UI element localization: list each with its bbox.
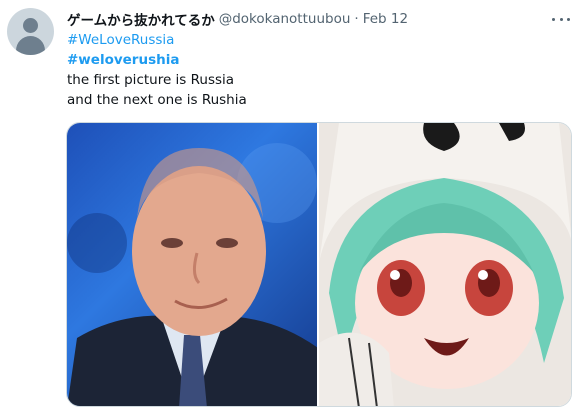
tweet-text-line: the first picture is Russia bbox=[67, 72, 235, 88]
user-handle[interactable]: @dokokanottuubou bbox=[219, 11, 351, 27]
display-name[interactable]: ゲームから抜かれてるか bbox=[67, 9, 215, 29]
anime-girl-illustration bbox=[319, 123, 571, 406]
hashtag-link[interactable]: #WeLoveRussia bbox=[67, 30, 174, 50]
more-dot bbox=[559, 17, 563, 21]
man-portrait-illustration bbox=[67, 143, 317, 406]
photo-right[interactable] bbox=[319, 123, 571, 406]
more-dot bbox=[567, 17, 570, 21]
photo-left[interactable] bbox=[67, 123, 317, 406]
hashtag-link[interactable]: #weloverushia bbox=[67, 50, 179, 70]
avatar[interactable] bbox=[7, 8, 54, 55]
avatar-head-shape bbox=[23, 18, 38, 33]
tweet-header: ゲームから抜かれてるか @dokokanottuubou · Feb 12 bbox=[67, 9, 408, 29]
tweet-date[interactable]: Feb 12 bbox=[363, 11, 408, 27]
tweet[interactable]: ゲームから抜かれてるか @dokokanottuubou · Feb 12 #W… bbox=[0, 0, 576, 415]
tweet-text-line: and the next one is Rushia bbox=[67, 92, 247, 108]
media-grid bbox=[66, 122, 572, 407]
separator-dot: · bbox=[354, 11, 359, 27]
more-dot bbox=[552, 17, 555, 21]
more-options-icon[interactable] bbox=[552, 12, 570, 26]
avatar-body-shape bbox=[16, 36, 45, 55]
